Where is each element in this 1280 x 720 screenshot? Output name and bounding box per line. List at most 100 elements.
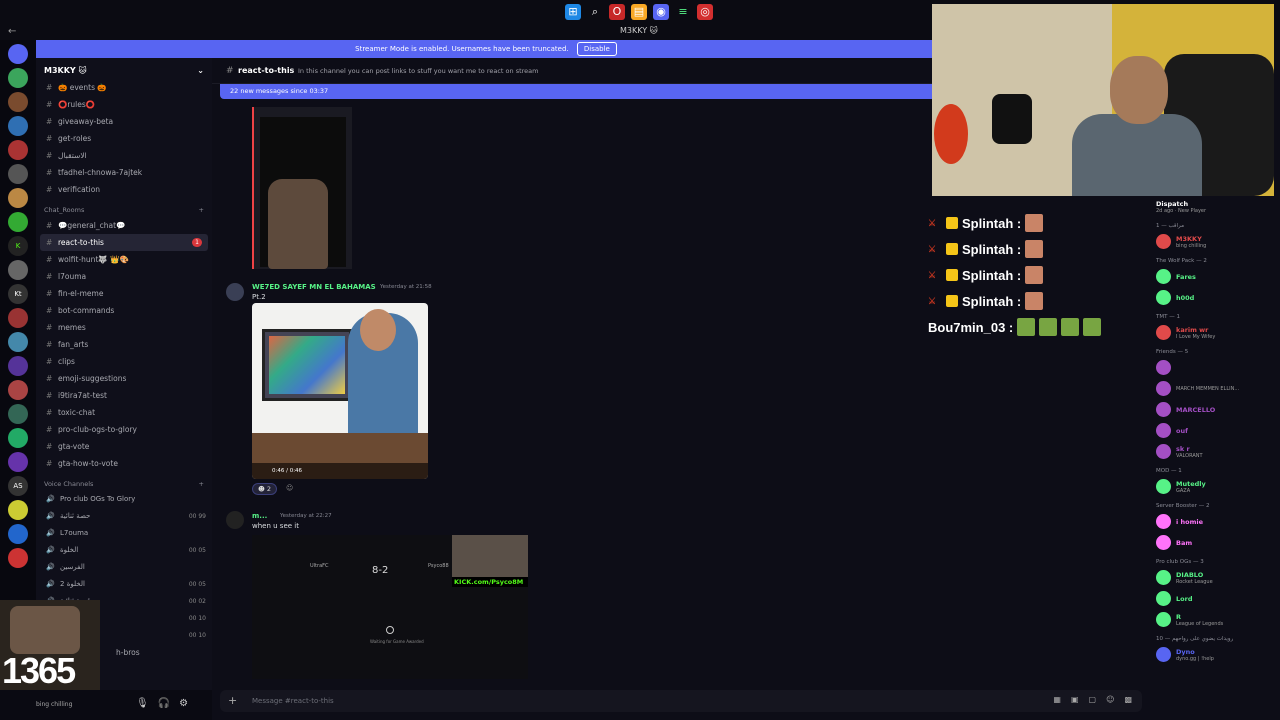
channel-item[interactable]: # gta-how-to-vote xyxy=(36,455,212,472)
member-item[interactable]: karim wr I Love My Wifey xyxy=(1150,322,1280,343)
message-author[interactable]: m... xyxy=(252,512,267,520)
member-item[interactable]: DIABLO Rocket League xyxy=(1150,567,1280,588)
server-icon[interactable] xyxy=(8,404,28,424)
kick-server-icon[interactable]: K xyxy=(8,236,28,256)
category-voice[interactable]: Voice Channels + xyxy=(36,472,212,491)
avatar[interactable] xyxy=(1156,234,1171,249)
member-item[interactable]: ouf xyxy=(1150,420,1280,441)
avatar[interactable] xyxy=(1156,535,1171,550)
avatar[interactable] xyxy=(1156,423,1171,438)
channel-item[interactable]: # bot-commands xyxy=(36,302,212,319)
video-time[interactable]: 0:46 / 0:46 xyxy=(252,463,428,479)
new-messages-bar[interactable]: 22 new messages since 03:37 xyxy=(220,84,936,99)
member-item[interactable]: Bam xyxy=(1150,532,1280,553)
channel-item[interactable]: # الاستقبال xyxy=(36,147,212,164)
channel-item[interactable]: # pro-club-ogs-to-glory xyxy=(36,421,212,438)
gift-icon[interactable]: ▦ xyxy=(1053,695,1061,704)
avatar[interactable] xyxy=(1156,444,1171,459)
add-attachment-icon[interactable]: + xyxy=(228,694,237,707)
video-embed[interactable] xyxy=(252,107,352,269)
channel-item[interactable]: # emoji-suggestions xyxy=(36,370,212,387)
server-icon[interactable] xyxy=(8,212,28,232)
channel-item[interactable]: # i9tira7at-test xyxy=(36,387,212,404)
message-author[interactable]: WE7ED SAYEF MN EL BAHAMAS xyxy=(252,283,376,291)
voice-channel-item[interactable]: 🔊 الخلوة 2 00 05 xyxy=(36,576,212,593)
gear-icon[interactable]: ⚙ xyxy=(179,698,188,709)
member-item[interactable]: sk r VALORANT xyxy=(1150,441,1280,462)
server-header[interactable]: M3KKY 🐱 ⌄ xyxy=(36,58,212,79)
channel-item[interactable]: # tfadhel-chnowa-7ajtek xyxy=(36,164,212,181)
server-icon[interactable] xyxy=(8,428,28,448)
avatar[interactable] xyxy=(1156,325,1171,340)
channel-item[interactable]: # wolfit-hunt🐺 👑🎨 xyxy=(36,251,212,268)
voice-channel-item[interactable]: 🔊 حصة ثنائية 00 99 xyxy=(36,508,212,525)
channel-item[interactable]: # fan_arts xyxy=(36,336,212,353)
channel-item[interactable]: # get-roles xyxy=(36,130,212,147)
channel-item[interactable]: # l7ouma xyxy=(36,268,212,285)
reaction-pill[interactable]: ☻ 2 xyxy=(252,483,277,495)
sticker-icon[interactable]: ▢ xyxy=(1089,695,1097,704)
server-icon[interactable] xyxy=(8,188,28,208)
microphone-icon[interactable]: 🎙 xyxy=(136,698,149,709)
disable-button[interactable]: Disable xyxy=(576,42,617,56)
member-item[interactable]: Dispatch 2d ago · New Player xyxy=(1150,196,1280,217)
member-item[interactable]: MARCELLO xyxy=(1150,399,1280,420)
voice-channel-item[interactable]: 🔊 L7ouma xyxy=(36,525,212,542)
server-icon[interactable] xyxy=(8,380,28,400)
server-icon[interactable] xyxy=(8,68,28,88)
server-icon[interactable] xyxy=(8,548,28,568)
server-icon[interactable] xyxy=(8,116,28,136)
member-item[interactable]: R League of Legends xyxy=(1150,609,1280,630)
channel-item[interactable]: # clips xyxy=(36,353,212,370)
add-channel-icon[interactable]: + xyxy=(199,206,204,214)
avatar[interactable] xyxy=(1156,570,1171,585)
message-composer[interactable]: + Message #react-to-this ▦ ▣ ▢ ☺ ▩ xyxy=(220,690,1142,712)
server-icon[interactable] xyxy=(8,332,28,352)
server-icon[interactable] xyxy=(8,356,28,376)
avatar[interactable] xyxy=(1156,514,1171,529)
server-icon[interactable]: AS xyxy=(8,476,28,496)
emoji-icon[interactable]: ☺ xyxy=(1106,695,1114,704)
channel-item[interactable]: # fin-el-meme xyxy=(36,285,212,302)
member-item[interactable]: M3KKY bing chilling xyxy=(1150,231,1280,252)
add-reaction-icon[interactable]: ☺ xyxy=(283,483,296,495)
server-icon[interactable] xyxy=(8,260,28,280)
server-icon[interactable] xyxy=(8,92,28,112)
app-icon[interactable]: ≡ xyxy=(675,4,691,20)
composer-placeholder[interactable]: Message #react-to-this xyxy=(252,697,334,705)
back-arrow-icon[interactable]: ← xyxy=(8,26,16,37)
member-item[interactable] xyxy=(1150,357,1280,378)
server-icon[interactable] xyxy=(8,140,28,160)
avatar[interactable] xyxy=(1156,647,1171,662)
opera-icon[interactable]: O xyxy=(609,4,625,20)
voice-channel-item[interactable]: 🔊 الخلوة 00 05 xyxy=(36,542,212,559)
add-channel-icon[interactable]: + xyxy=(199,480,204,488)
channel-item[interactable]: # react-to-this 1 xyxy=(40,234,208,251)
avatar[interactable] xyxy=(1156,269,1171,284)
member-item[interactable]: i homie xyxy=(1150,511,1280,532)
avatar[interactable] xyxy=(1156,479,1171,494)
member-item[interactable]: MARCH MEMMEN ELLIN... xyxy=(1150,378,1280,399)
channel-item[interactable]: # memes xyxy=(36,319,212,336)
server-icon[interactable]: Kt xyxy=(8,284,28,304)
server-icon[interactable] xyxy=(8,500,28,520)
server-icon[interactable] xyxy=(8,44,28,64)
server-icon[interactable] xyxy=(8,452,28,472)
voice-channel-item[interactable]: 🔊 Pro club OGs To Glory xyxy=(36,491,212,508)
discord-icon[interactable]: ◉ xyxy=(653,4,669,20)
channel-item[interactable]: # gta-vote xyxy=(36,438,212,455)
member-item[interactable]: Lord xyxy=(1150,588,1280,609)
video-embed[interactable]: UltraFC 8-2 Psyco88 Waiting for Game Awa… xyxy=(252,535,528,679)
server-icon[interactable] xyxy=(8,164,28,184)
avatar[interactable] xyxy=(1156,381,1171,396)
member-item[interactable]: Mutedly GAZA xyxy=(1150,476,1280,497)
avatar[interactable] xyxy=(1156,591,1171,606)
channel-item[interactable]: # toxic-chat xyxy=(36,404,212,421)
recorder-icon[interactable]: ◎ xyxy=(697,4,713,20)
gif-icon[interactable]: ▣ xyxy=(1071,695,1079,704)
member-item[interactable]: h00d xyxy=(1150,287,1280,308)
channel-item[interactable]: # giveaway-beta xyxy=(36,113,212,130)
server-icon[interactable] xyxy=(8,308,28,328)
channel-item[interactable]: # verification xyxy=(36,181,212,198)
avatar[interactable] xyxy=(1156,360,1171,375)
